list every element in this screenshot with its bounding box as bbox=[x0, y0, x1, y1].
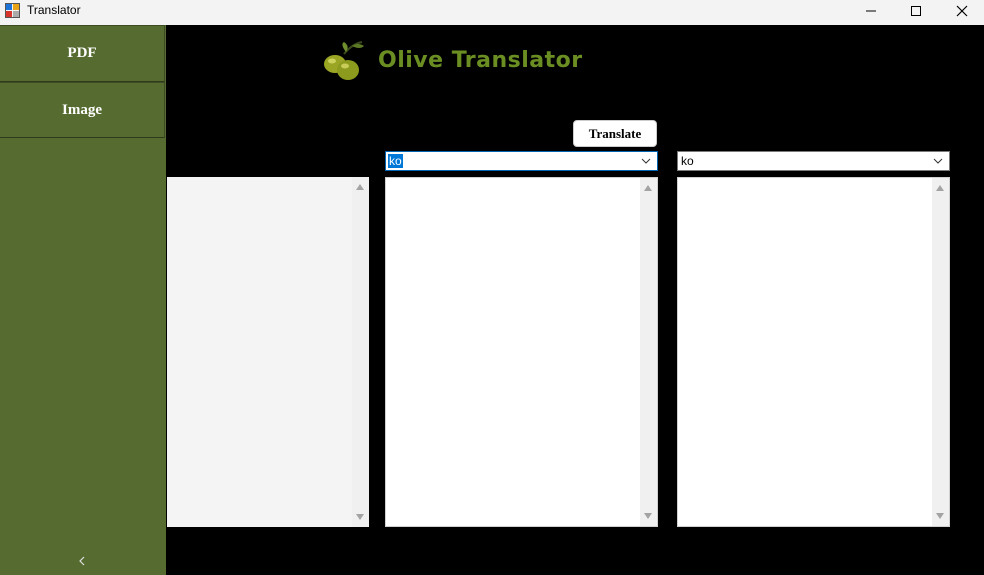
target-language-value: ko bbox=[681, 154, 694, 168]
scroll-up-icon[interactable] bbox=[936, 185, 944, 191]
preview-textbox[interactable] bbox=[167, 177, 369, 527]
app-title: Olive Translator bbox=[378, 48, 583, 73]
chevron-down-icon bbox=[641, 158, 651, 164]
scroll-down-icon[interactable] bbox=[356, 514, 364, 520]
chevron-down-icon bbox=[933, 158, 943, 164]
sidebar-item-image[interactable]: Image bbox=[0, 82, 165, 138]
preview-scrollbar[interactable] bbox=[352, 177, 369, 527]
sidebar: PDF Image bbox=[0, 25, 166, 575]
scroll-up-icon[interactable] bbox=[644, 185, 652, 191]
scroll-down-icon[interactable] bbox=[644, 513, 652, 519]
target-language-select[interactable]: ko bbox=[677, 151, 950, 171]
chevron-left-icon bbox=[79, 556, 85, 566]
scroll-up-icon[interactable] bbox=[356, 184, 364, 190]
minimize-button[interactable] bbox=[848, 0, 894, 22]
app-window: Translator PDF Image Olive Translator Tr… bbox=[0, 0, 984, 575]
olive-icon bbox=[324, 41, 364, 80]
sidebar-item-label: PDF bbox=[67, 45, 97, 61]
sidebar-collapse-button[interactable] bbox=[72, 553, 92, 569]
sidebar-item-label: Image bbox=[62, 101, 102, 118]
source-scrollbar[interactable] bbox=[640, 178, 657, 526]
scroll-down-icon[interactable] bbox=[936, 513, 944, 519]
source-textbox[interactable] bbox=[385, 177, 658, 527]
target-textbox[interactable] bbox=[677, 177, 950, 527]
window-title: Translator bbox=[27, 3, 81, 17]
sidebar-item-pdf[interactable]: PDF bbox=[0, 25, 165, 82]
translate-button-label: Translate bbox=[588, 125, 642, 141]
title-bar: Translator bbox=[0, 0, 984, 25]
target-scrollbar[interactable] bbox=[932, 178, 949, 526]
close-button[interactable] bbox=[939, 0, 984, 22]
source-language-value: ko bbox=[388, 154, 403, 168]
close-icon bbox=[956, 5, 968, 17]
minimize-icon bbox=[866, 10, 876, 12]
source-language-select[interactable]: ko bbox=[385, 151, 658, 171]
maximize-icon bbox=[911, 6, 921, 16]
maximize-button[interactable] bbox=[893, 0, 939, 22]
app-window-icon bbox=[5, 3, 20, 18]
translate-button[interactable]: Translate bbox=[573, 120, 657, 147]
